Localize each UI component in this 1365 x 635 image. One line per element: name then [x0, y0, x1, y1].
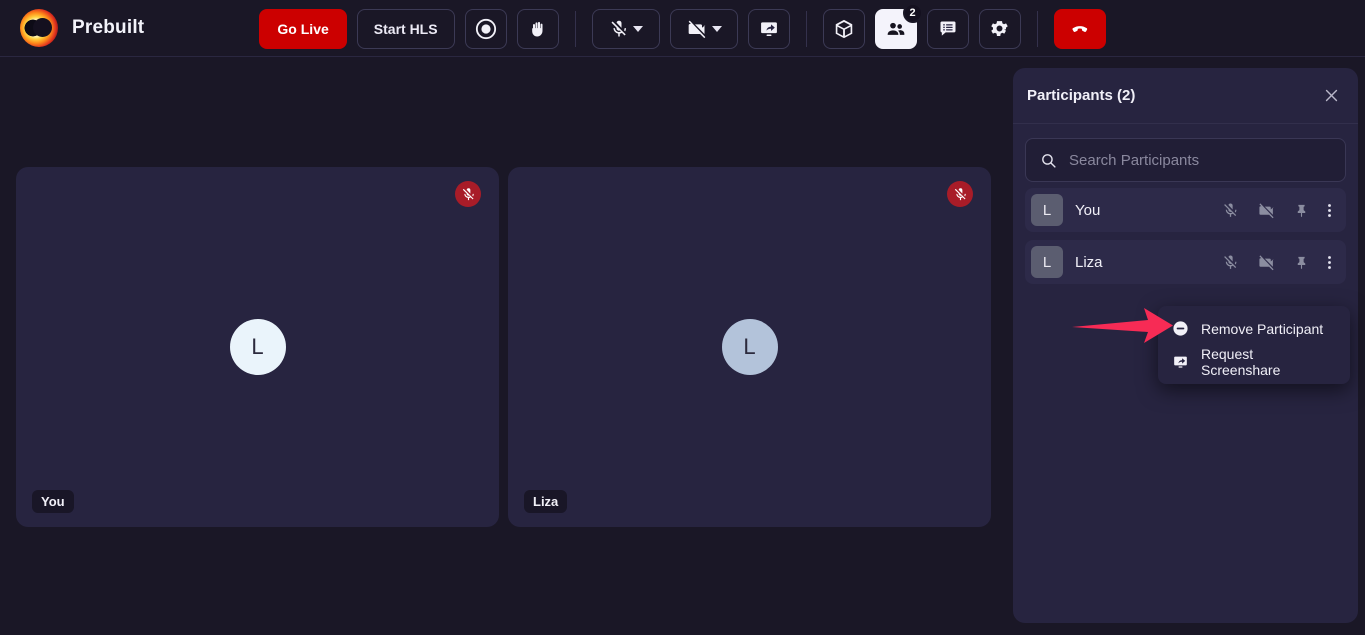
search-area: [1013, 124, 1358, 188]
close-panel-button[interactable]: [1319, 83, 1344, 108]
camera-chevron-down-icon[interactable]: [711, 25, 722, 32]
avatar: L: [721, 319, 778, 375]
close-icon: [1323, 87, 1340, 104]
participant-row-actions: [1222, 202, 1336, 219]
record-circle-icon: [475, 18, 497, 40]
avatar: L: [1031, 194, 1063, 226]
screenshare-icon: [758, 19, 780, 39]
cube-icon: [833, 18, 855, 40]
plugins-button[interactable]: [822, 8, 865, 49]
camera-toggle-button[interactable]: [669, 8, 738, 49]
chat-button[interactable]: [926, 8, 969, 49]
toolbar-divider-3: [1036, 10, 1038, 47]
brand-name: Prebuilt: [72, 17, 145, 38]
mic-off-icon: [461, 187, 476, 202]
participants-count-badge: 2: [902, 2, 923, 23]
participant-row-actions: [1222, 254, 1336, 271]
record-button[interactable]: [464, 8, 507, 49]
brand: Prebuilt: [0, 9, 144, 47]
eclipse-logo-icon: [20, 9, 58, 47]
video-stage: L You L Liza: [0, 57, 1000, 635]
settings-button[interactable]: [978, 8, 1021, 49]
minus-circle-icon: [1172, 320, 1189, 337]
participant-row-liza[interactable]: L Liza: [1025, 240, 1346, 284]
avatar: L: [1031, 246, 1063, 278]
video-tile-you[interactable]: L You: [16, 167, 499, 527]
pin-icon[interactable]: [1294, 254, 1309, 271]
avatar-initial: L: [251, 334, 264, 359]
participant-context-menu: Remove Participant Request Screenshare: [1158, 306, 1350, 384]
avatar-initial: L: [1042, 253, 1052, 271]
end-call-button[interactable]: [1053, 8, 1106, 49]
camera-off-icon: [686, 19, 708, 39]
screenshare-icon: [1172, 354, 1189, 370]
mic-off-icon: [953, 187, 968, 202]
tile-mute-badge: [455, 181, 481, 207]
end-call-icon: [1067, 19, 1093, 39]
menu-item-label: Remove Participant: [1201, 320, 1324, 337]
video-tile-liza[interactable]: L Liza: [508, 167, 991, 527]
menu-item-request-screenshare[interactable]: Request Screenshare: [1158, 345, 1350, 378]
camera-off-icon[interactable]: [1257, 254, 1276, 271]
go-live-button[interactable]: Go Live: [259, 8, 347, 49]
participants-icon: [884, 19, 908, 39]
raise-hand-button[interactable]: [516, 8, 559, 49]
panel-header: Participants (2): [1013, 68, 1358, 124]
avatar-initial: L: [1042, 201, 1052, 219]
more-vertical-icon[interactable]: [1327, 202, 1332, 219]
mic-off-icon: [609, 19, 629, 39]
avatar-initial: L: [743, 334, 756, 359]
search-box[interactable]: [1025, 138, 1346, 182]
tile-name-label: Liza: [524, 490, 568, 513]
mic-off-icon[interactable]: [1222, 202, 1239, 219]
more-vertical-icon[interactable]: [1327, 254, 1332, 271]
start-hls-button[interactable]: Start HLS: [356, 8, 455, 49]
mic-chevron-down-icon[interactable]: [632, 25, 643, 32]
top-toolbar: Prebuilt Go Live Start HLS 2: [0, 0, 1365, 57]
participant-row-you[interactable]: L You: [1025, 188, 1346, 232]
screenshare-button[interactable]: [747, 8, 790, 49]
menu-item-label: Request Screenshare: [1201, 345, 1281, 378]
camera-off-icon[interactable]: [1257, 202, 1276, 219]
participant-name: You: [1075, 201, 1101, 219]
mic-toggle-button[interactable]: [591, 8, 660, 49]
chat-icon: [937, 19, 959, 39]
menu-item-remove-participant[interactable]: Remove Participant: [1158, 312, 1350, 345]
raise-hand-icon: [528, 18, 548, 40]
search-icon: [1040, 152, 1057, 169]
mic-off-icon[interactable]: [1222, 254, 1239, 271]
search-input[interactable]: [1069, 151, 1331, 169]
tile-name-label: You: [32, 490, 74, 513]
tile-mute-badge: [947, 181, 973, 207]
avatar: L: [229, 319, 286, 375]
toolbar-divider-2: [805, 10, 807, 47]
panel-title: Participants (2): [1027, 87, 1136, 104]
participant-name: Liza: [1075, 253, 1103, 271]
pin-icon[interactable]: [1294, 202, 1309, 219]
toolbar-controls: Go Live Start HLS 2: [0, 0, 1365, 57]
gear-icon: [989, 18, 1010, 39]
toolbar-divider: [574, 10, 576, 47]
participants-button[interactable]: 2: [874, 2, 923, 49]
